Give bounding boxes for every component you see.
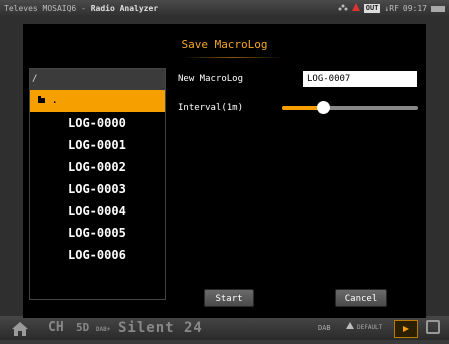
file-list-item[interactable]: LOG-0003 — [30, 178, 165, 200]
title-underline — [183, 57, 283, 58]
file-list-item[interactable]: LOG-0004 — [30, 200, 165, 222]
band-label: DAB+ — [95, 326, 111, 333]
file-browser: / . LOG-0000 LOG-0001 LOG-0002 LOG-0003 LOG-… — [29, 68, 166, 300]
interval-label: Interval(1m) — [178, 103, 244, 113]
status-indicators: OUT ↓RF 09:17 — [338, 0, 445, 17]
file-list-item[interactable]: LOG-0005 — [30, 222, 165, 244]
status-bar: Televes MOSAIQ6 - Radio Analyzer OUT ↓RF… — [0, 0, 449, 17]
warning-icon — [346, 316, 354, 340]
app-name: Radio Analyzer — [90, 4, 159, 13]
channel-number: 5D — [76, 321, 90, 334]
service-name[interactable]: Silent 24 — [118, 316, 203, 340]
bottom-bar: CH 5D DAB+ Silent 24 DAB DEFAULT — [0, 316, 449, 340]
preset-selector[interactable]: DEFAULT — [346, 316, 382, 340]
file-list-item[interactable]: LOG-0006 — [30, 244, 165, 266]
folder-icon — [38, 96, 45, 103]
dialog-title: Save MacroLog — [181, 38, 268, 51]
home-icon[interactable] — [12, 320, 28, 336]
start-button[interactable]: Start — [204, 289, 254, 307]
name-label: New MacroLog — [178, 74, 244, 84]
folder-label: . — [52, 96, 58, 106]
battery-icon — [431, 5, 445, 12]
rf-indicator: ↓RF — [384, 4, 399, 13]
channel-label: CH — [48, 320, 64, 335]
slider-thumb[interactable] — [316, 101, 330, 114]
preset-label: DEFAULT — [357, 324, 383, 331]
title-separator: - — [76, 4, 91, 13]
file-list: LOG-0000 LOG-0001 LOG-0002 LOG-0003 LOG-0004… — [30, 112, 165, 266]
file-list-item[interactable]: LOG-0000 — [30, 112, 165, 134]
folder-row-current[interactable]: . — [30, 90, 165, 112]
network-icon — [338, 0, 348, 17]
save-macrolog-dialog: Save MacroLog / . LOG-0000 LOG-0001 LOG-00… — [23, 24, 426, 318]
file-list-item[interactable]: LOG-0001 — [30, 134, 165, 156]
cancel-button[interactable]: Cancel — [335, 289, 387, 307]
clock: 09:17 — [402, 4, 427, 13]
play-button[interactable] — [394, 320, 418, 338]
mode-label: DAB — [318, 324, 331, 332]
channel-value[interactable]: 5D DAB+ — [76, 316, 110, 342]
interval-slider[interactable] — [282, 101, 418, 114]
out-badge: OUT — [363, 4, 381, 13]
file-list-item[interactable]: LOG-0002 — [30, 156, 165, 178]
signal-icon — [351, 0, 360, 17]
current-path: / — [30, 69, 165, 90]
file-icon[interactable] — [426, 320, 440, 334]
brand-name: Televes MOSAIQ6 — [4, 4, 77, 13]
macrolog-name-input[interactable] — [303, 71, 417, 87]
window-title: Televes MOSAIQ6 - Radio Analyzer — [4, 0, 158, 17]
